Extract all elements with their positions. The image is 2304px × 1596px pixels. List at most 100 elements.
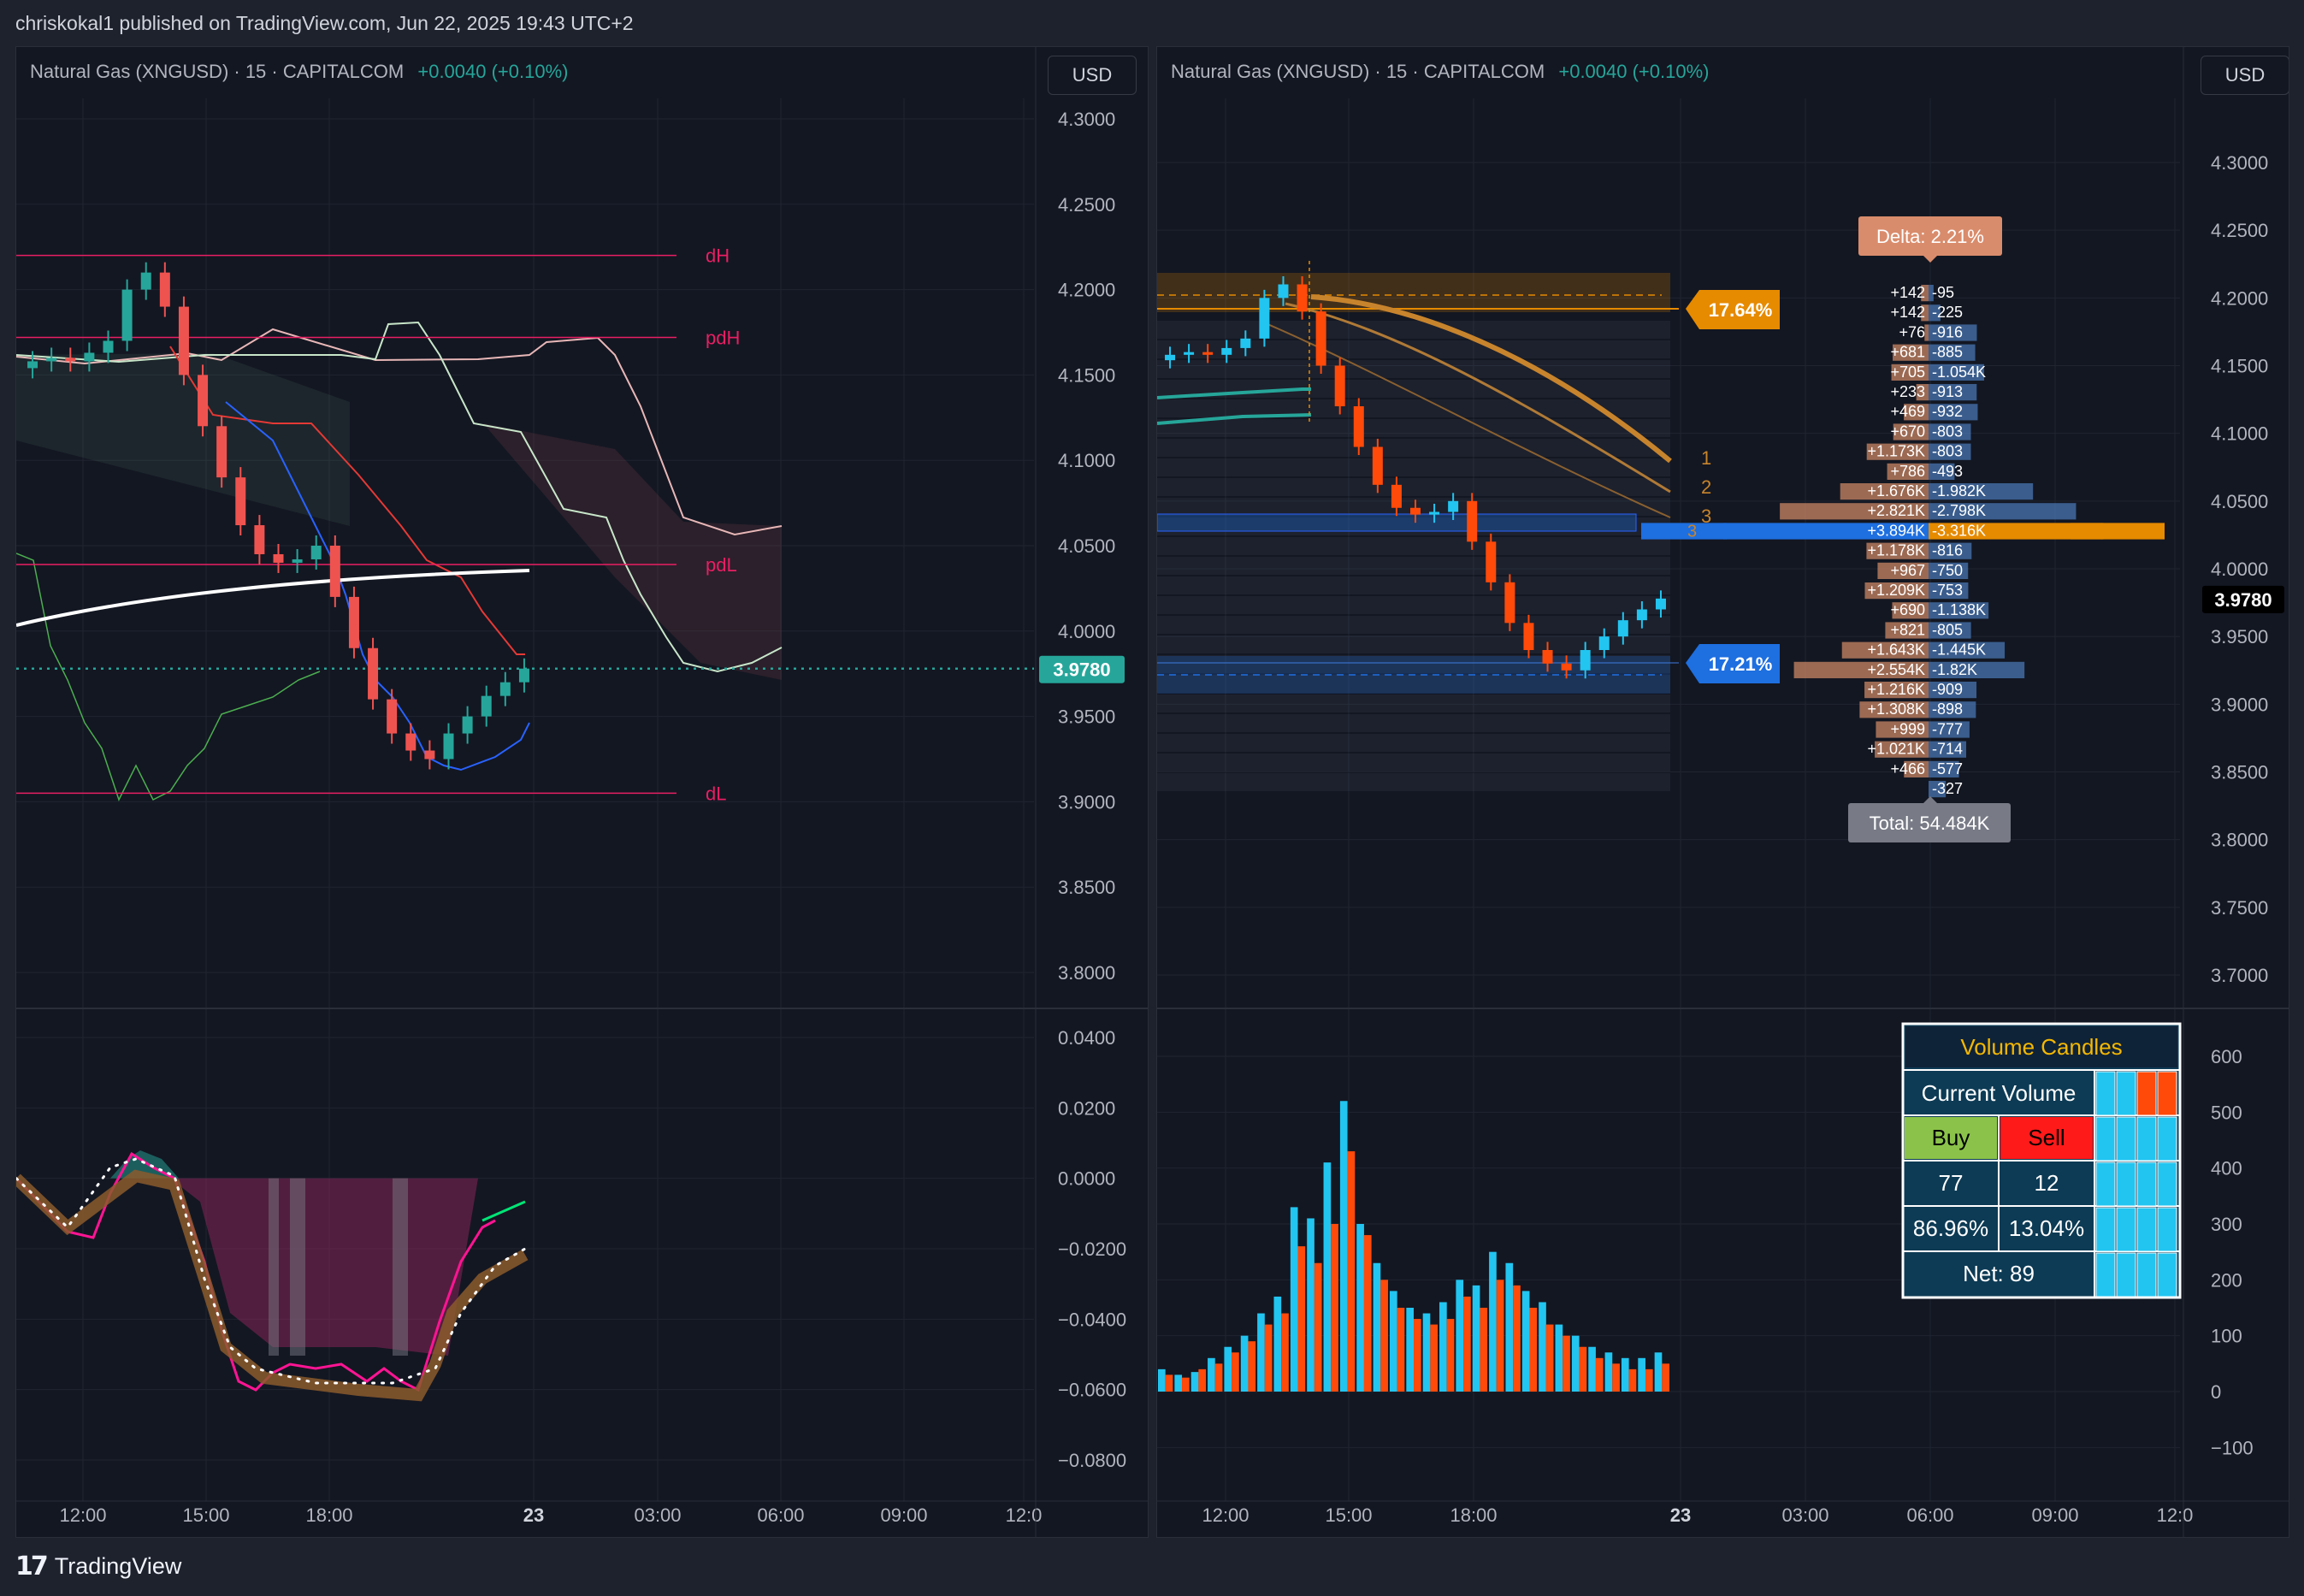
right-volume-sell-bar <box>1182 1377 1190 1392</box>
right-chart-svg[interactable]: 4.3000 4.2500 4.2000 4.1500 4.1000 4.0500 4.00… <box>1157 47 2289 1537</box>
left-candle-body <box>518 668 529 683</box>
right-profile-bg-row <box>1157 596 1670 614</box>
right-volume-sell-bar <box>1463 1296 1471 1392</box>
left-candle-body <box>292 559 303 563</box>
left-osc-tick: 0.0400 <box>1058 1027 1115 1049</box>
right-profile-buy-label: +142 <box>1890 304 1925 321</box>
right-volume-sell-bar <box>1165 1374 1173 1392</box>
left-candle-body <box>198 375 209 427</box>
right-price-tick: 3.7000 <box>2211 965 2268 986</box>
right-time-tick: 09:00 <box>2031 1504 2078 1526</box>
right-profile-buy-label: +999 <box>1890 720 1925 737</box>
right-candle-body <box>1542 650 1553 664</box>
right-profile-sell-label: -2.798K <box>1932 502 1986 519</box>
right-profile-sell-label: -753 <box>1932 582 1963 599</box>
right-volume-sell-bar <box>1628 1368 1637 1392</box>
right-chart-panel[interactable]: 4.3000 4.2500 4.2000 4.1500 4.1000 4.0500 4.00… <box>1156 46 2289 1538</box>
volume-table-candle-cell <box>2095 1071 2116 1116</box>
right-poc-zone <box>1157 513 1637 532</box>
right-profile-bg-row <box>1157 734 1670 752</box>
right-price-tick: 4.3000 <box>2211 152 2268 174</box>
right-total-text: Total: 54.484K <box>1870 813 1990 834</box>
right-candle-body <box>1372 446 1383 485</box>
right-profile-sell-label: -885 <box>1932 344 1963 361</box>
volume-table-current: Current Volume <box>1922 1080 2077 1106</box>
right-volume-buy-bar <box>1389 1291 1397 1392</box>
right-candle-body <box>1315 311 1326 366</box>
right-volume-sell-bar <box>1545 1324 1554 1392</box>
right-profile-sell-label: -327 <box>1932 780 1963 797</box>
left-level-label: pdH <box>706 327 740 348</box>
volume-table-candle-cell <box>2136 1162 2157 1207</box>
right-profile-buy-label: +466 <box>1890 760 1925 777</box>
right-profile-sell-label: -750 <box>1932 562 1963 579</box>
right-volume-sell-bar <box>1563 1335 1570 1392</box>
left-price-tick: 3.8000 <box>1058 962 1115 984</box>
right-volume-buy-bar <box>1621 1357 1629 1392</box>
right-volume-buy-bar <box>1456 1280 1464 1392</box>
left-price-tick: 3.9000 <box>1058 791 1115 813</box>
right-volume-sell-bar <box>1529 1308 1538 1392</box>
volume-table-candle-cell <box>2136 1116 2157 1162</box>
left-candle-body <box>424 750 435 760</box>
right-profile-buy-label: +469 <box>1890 403 1925 420</box>
right-volume-buy-bar <box>1208 1357 1215 1392</box>
volume-table-candle-cell <box>2136 1252 2157 1297</box>
right-currency-button[interactable]: USD <box>2201 56 2289 95</box>
right-candle-body <box>1334 365 1345 406</box>
right-profile-sell-label: -803 <box>1932 423 1963 440</box>
left-level-label: pdL <box>706 554 737 576</box>
left-candle-body <box>178 306 189 375</box>
right-volume-buy-bar <box>1158 1368 1166 1392</box>
right-price-tick: 4.0500 <box>2211 491 2268 512</box>
right-volume-sell-bar <box>1513 1285 1521 1392</box>
right-delta-text: Delta: 2.21% <box>1876 226 1984 247</box>
right-candle-body <box>1410 507 1421 515</box>
right-profile-bg-row <box>1157 478 1670 496</box>
right-profile-sell-label: -225 <box>1932 304 1963 321</box>
right-candle-body <box>1486 541 1497 582</box>
right-profile-bg-row <box>1157 360 1670 378</box>
right-time-tick: 12:0 <box>2157 1504 2194 1526</box>
right-volume-buy-bar <box>1539 1302 1546 1392</box>
right-price-tick: 3.7500 <box>2211 897 2268 919</box>
right-legend: Natural Gas (XNGUSD) · 15 · CAPITALCOM +… <box>1171 61 1710 83</box>
left-candle-body <box>159 272 170 307</box>
left-candle-body <box>235 477 246 526</box>
right-vol-tick: 500 <box>2211 1102 2242 1123</box>
right-volume-buy-bar <box>1422 1313 1431 1392</box>
left-chart-svg[interactable]: 4.3000 4.2500 4.2000 4.1500 4.1000 4.0500 4.00… <box>16 47 1148 1537</box>
right-candle-body <box>1467 500 1478 542</box>
left-candle-body <box>329 546 340 597</box>
right-profile-sell-label: -898 <box>1932 700 1963 718</box>
left-osc-tick: −0.0600 <box>1058 1380 1126 1401</box>
right-profile-bg-row <box>1157 576 1670 594</box>
tradingview-logo[interactable]: 17 TradingView <box>15 1552 181 1581</box>
right-candle-body <box>1561 663 1572 671</box>
left-price-tick: 4.0000 <box>1058 621 1115 642</box>
left-osc-gray-bar <box>269 1178 279 1356</box>
left-chart-panel[interactable]: 4.3000 4.2500 4.2000 4.1500 4.1000 4.0500 4.00… <box>15 46 1149 1538</box>
published-caption: chriskokal1 published on TradingView.com… <box>15 12 634 34</box>
right-profile-sell-label: -913 <box>1932 383 1963 400</box>
right-candle-body <box>1297 284 1308 312</box>
right-candle-body <box>1165 354 1176 361</box>
right-price-tick: 4.2500 <box>2211 220 2268 241</box>
right-volume-buy-bar <box>1339 1101 1348 1392</box>
right-candle-body <box>1580 650 1591 671</box>
right-profile-sell-label: -1.054K <box>1932 364 1986 381</box>
right-profile-buy-label: +1.643K <box>1867 641 1925 659</box>
left-time-tick: 15:00 <box>182 1504 229 1526</box>
right-candle-body <box>1655 598 1666 610</box>
right-profile-bg-row <box>1157 557 1670 575</box>
right-candle-body <box>1353 406 1364 447</box>
right-candle-body <box>1504 582 1515 624</box>
right-price-tick: 3.9500 <box>2211 626 2268 647</box>
right-profile-bg-row <box>1157 754 1670 771</box>
left-time-tick: 06:00 <box>757 1504 804 1526</box>
left-last-price-text: 3.9780 <box>1053 659 1110 681</box>
right-vol-tick: 0 <box>2211 1381 2221 1403</box>
left-currency-button[interactable]: USD <box>1048 56 1137 95</box>
right-volume-sell-bar <box>1397 1308 1405 1392</box>
right-price-tick: 4.0000 <box>2211 559 2268 580</box>
